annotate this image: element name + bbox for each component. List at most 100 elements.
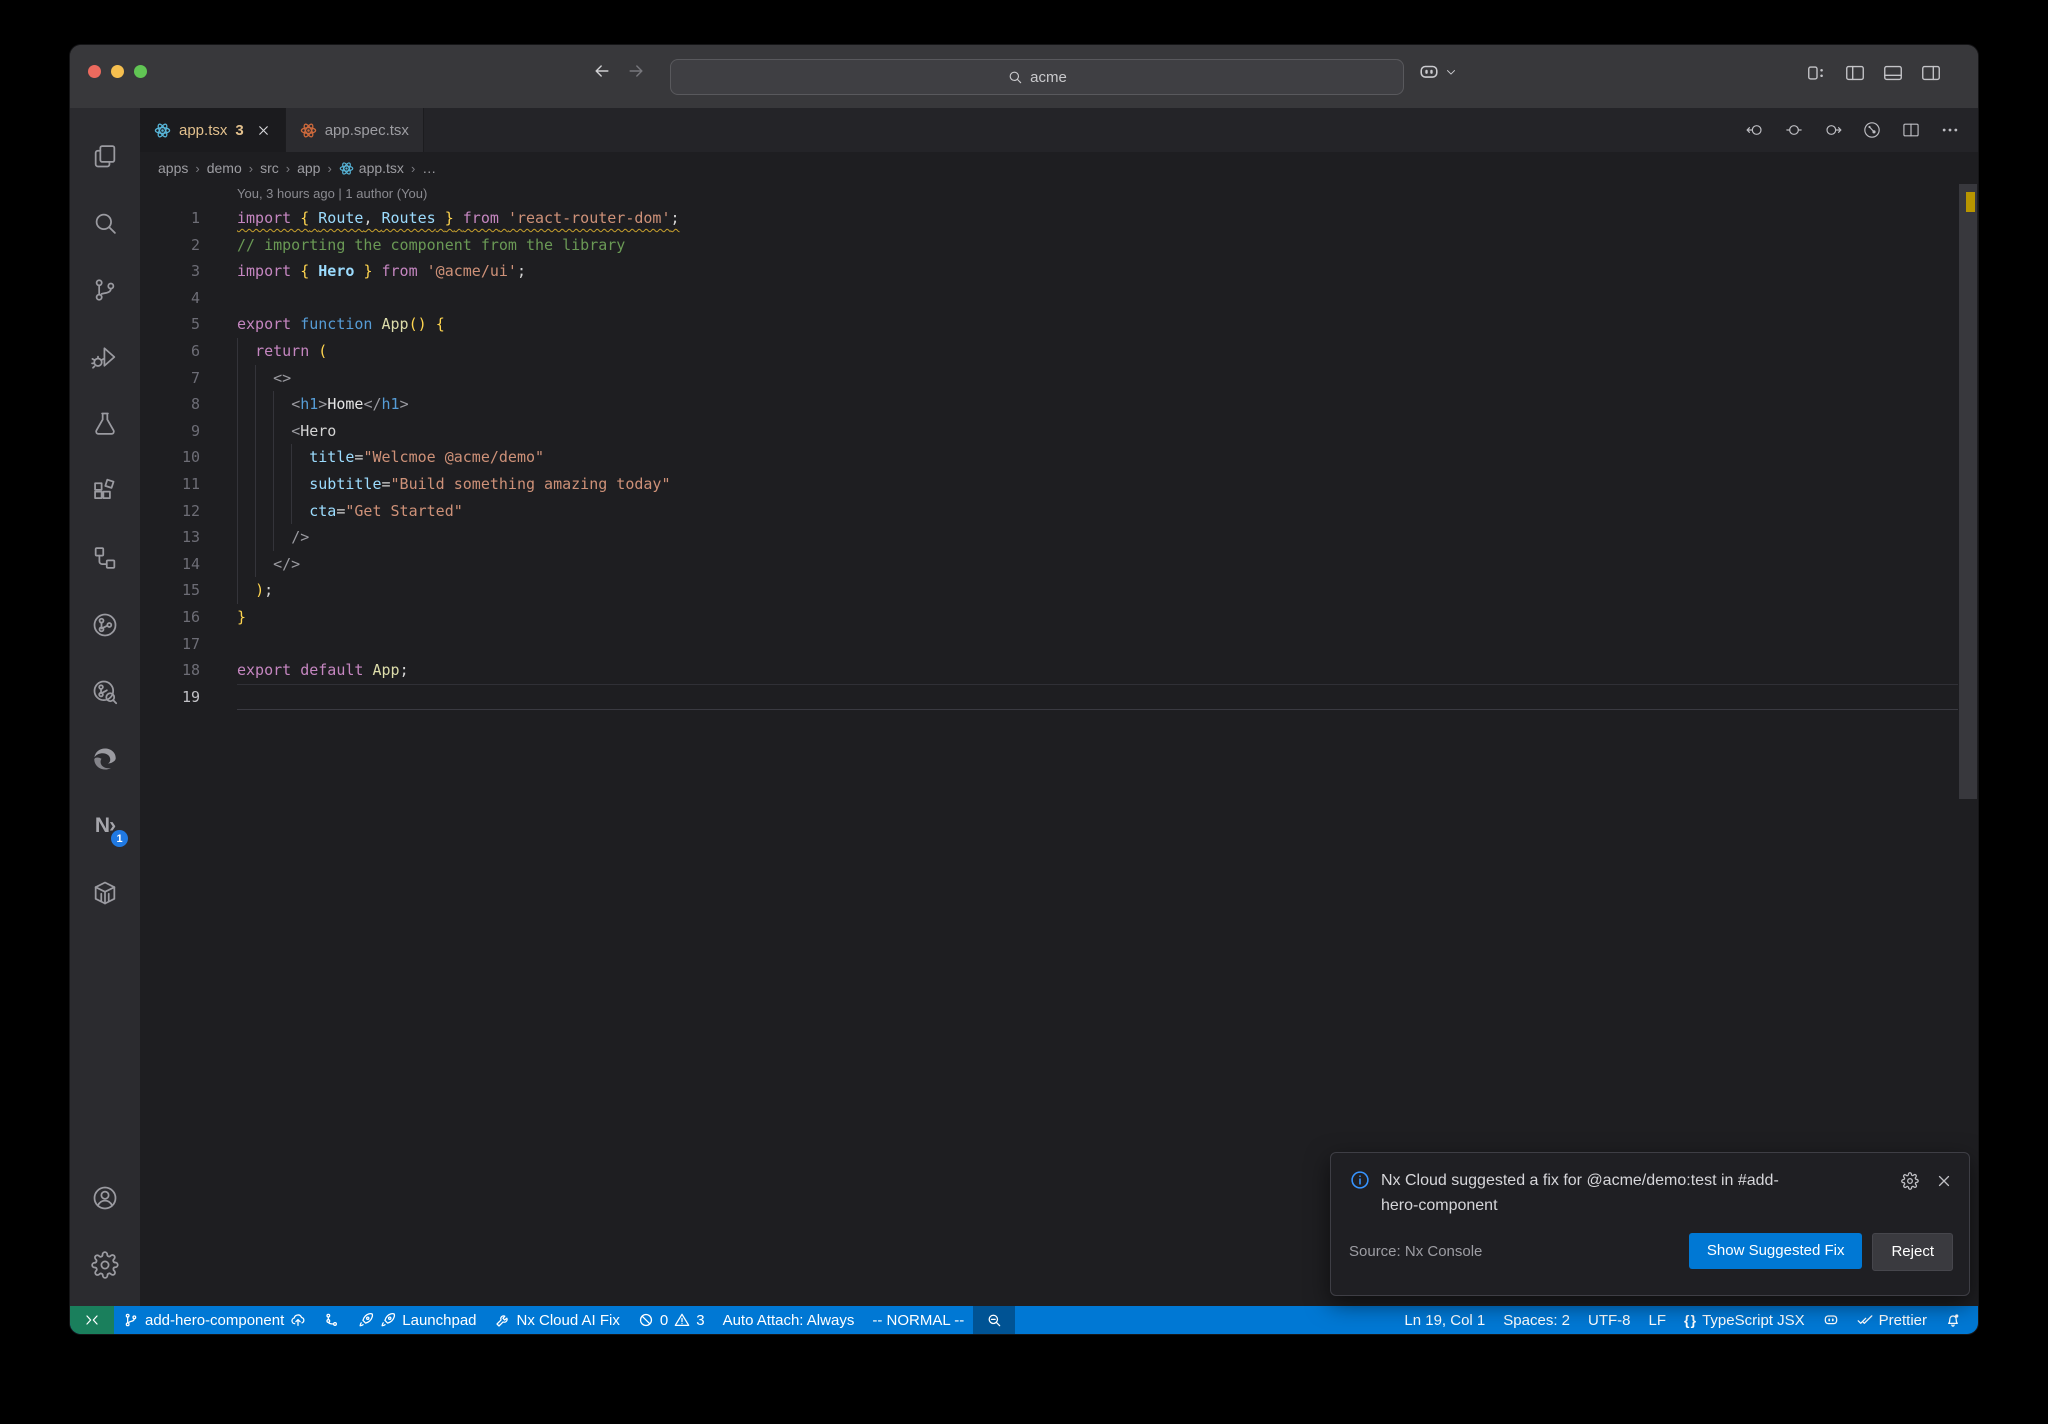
status-gitlens-launchpad[interactable]: Launchpad xyxy=(349,1306,485,1334)
zoom-out-icon xyxy=(986,1312,1002,1328)
code-line[interactable]: 12 cta="Get Started" xyxy=(140,497,1958,525)
code-line[interactable]: 9 <Hero xyxy=(140,417,1958,445)
close-window-button[interactable] xyxy=(88,65,101,78)
sidebar-item-containers[interactable] xyxy=(81,859,129,926)
code-line-content: } xyxy=(237,607,247,626)
breadcrumb-item-app[interactable]: app xyxy=(297,160,320,176)
code-line[interactable]: 14 </> xyxy=(140,550,1958,578)
breadcrumb-separator: › xyxy=(327,160,332,176)
navigate-back-button[interactable] xyxy=(592,61,612,81)
status-label: UTF-8 xyxy=(1588,1311,1631,1329)
minimize-window-button[interactable] xyxy=(111,65,124,78)
status-auto-attach[interactable]: Auto Attach: Always xyxy=(714,1306,864,1334)
breadcrumb-item-demo[interactable]: demo xyxy=(207,160,242,176)
run-graph-action-button[interactable] xyxy=(1862,120,1882,140)
code-editor[interactable]: You, 3 hours ago | 1 author (You) 1 impor… xyxy=(140,184,1978,1306)
status-remote-indicator[interactable] xyxy=(70,1306,114,1334)
code-line[interactable]: 2 // importing the component from the lib… xyxy=(140,232,1958,259)
zoom-window-button[interactable] xyxy=(134,65,147,78)
notification-close-icon[interactable] xyxy=(1935,1172,1953,1190)
cloud-upload-icon xyxy=(290,1312,306,1328)
package-icon xyxy=(91,879,119,907)
code-line[interactable]: 7 <> xyxy=(140,364,1958,392)
open-next-change-button[interactable] xyxy=(1823,120,1843,140)
code-line[interactable]: 11 subtitle="Build something amazing tod… xyxy=(140,470,1958,498)
status-cursor-position[interactable]: Ln 19, Col 1 xyxy=(1395,1306,1494,1334)
sidebar-item-manage-settings[interactable] xyxy=(81,1231,129,1298)
breadcrumb-item--[interactable]: … xyxy=(422,160,436,176)
code-line[interactable]: 6 return ( xyxy=(140,337,1958,365)
show-suggested-fix-button[interactable]: Show Suggested Fix xyxy=(1688,1232,1863,1269)
sidebar-item-project-references[interactable] xyxy=(81,524,129,591)
code-line-content: export default App; xyxy=(237,661,409,680)
status-language-mode[interactable]: { } TypeScript JSX xyxy=(1675,1306,1814,1334)
tab-app-tsx[interactable]: app.tsx 3 xyxy=(140,108,286,152)
status-git-branch[interactable]: add-hero-component xyxy=(114,1306,315,1334)
status-formatter-prettier[interactable]: Prettier xyxy=(1848,1306,1936,1334)
notification-settings-gear-icon[interactable] xyxy=(1901,1172,1919,1190)
breadcrumb-item-app-tsx[interactable]: app.tsx xyxy=(339,160,404,176)
breadcrumb-label: app xyxy=(297,160,321,176)
status-vim-mode[interactable]: -- NORMAL -- xyxy=(863,1306,973,1334)
code-line[interactable]: 3 import { Hero } from '@acme/ui'; xyxy=(140,258,1958,285)
notification-message: Nx Cloud suggested a fix for @acme/demo:… xyxy=(1381,1172,1779,1214)
sidebar-item-extensions[interactable] xyxy=(81,457,129,524)
sidebar-item-source-control[interactable] xyxy=(81,256,129,323)
status-zoom-indicator[interactable] xyxy=(973,1306,1016,1334)
sidebar-item-nx-console[interactable]: N› 1 xyxy=(81,792,129,859)
sidebar-item-search[interactable] xyxy=(81,189,129,256)
status-nx-cloud-ai-fix[interactable]: Nx Cloud AI Fix xyxy=(486,1306,629,1334)
status-label: Nx Cloud AI Fix xyxy=(516,1311,620,1329)
code-line[interactable]: 15 ); xyxy=(140,577,1958,604)
customize-layout-button[interactable] xyxy=(1806,62,1828,84)
copilot-menu[interactable] xyxy=(1418,61,1458,83)
sidebar-item-gitlens[interactable] xyxy=(81,658,129,725)
code-line[interactable]: 13 /> xyxy=(140,524,1958,551)
code-line[interactable]: 5 export function App() { xyxy=(140,311,1958,338)
code-line[interactable]: 18 export default App; xyxy=(140,657,1958,684)
scrollbar-thumb[interactable] xyxy=(1959,184,1977,799)
breadcrumb-label: app.tsx xyxy=(358,160,404,176)
status-encoding[interactable]: UTF-8 xyxy=(1579,1306,1640,1334)
toggle-primary-sidebar-button[interactable] xyxy=(1844,62,1866,84)
status-problems[interactable]: 03 xyxy=(629,1306,714,1334)
code-line[interactable]: 1 import { Route, Routes } from 'react-ro… xyxy=(140,205,1958,232)
open-previous-change-button[interactable] xyxy=(1745,120,1765,140)
sidebar-item-run-and-debug[interactable] xyxy=(81,323,129,390)
reject-button[interactable]: Reject xyxy=(1872,1232,1953,1271)
navigate-forward-button[interactable] xyxy=(626,61,646,81)
sidebar-item-git-graph[interactable] xyxy=(81,591,129,658)
status-eol[interactable]: LF xyxy=(1640,1306,1676,1334)
code-line[interactable]: 4 xyxy=(140,285,1958,312)
sidebar-item-explorer[interactable] xyxy=(81,122,129,189)
window-controls xyxy=(88,65,147,78)
code-line[interactable]: 8 <h1>Home</h1> xyxy=(140,391,1958,418)
code-line[interactable]: 10 title="Welcmoe @acme/demo" xyxy=(140,444,1958,471)
status-label: LF xyxy=(1648,1311,1667,1329)
bell-dot-icon xyxy=(1945,1312,1961,1328)
split-editor-button[interactable] xyxy=(1901,120,1921,140)
open-change-button[interactable] xyxy=(1784,120,1804,140)
tab-close-icon[interactable] xyxy=(256,123,271,138)
editor-scrollbar[interactable] xyxy=(1958,184,1978,1306)
breadcrumb-item-src[interactable]: src xyxy=(260,160,279,176)
status-indentation[interactable]: Spaces: 2 xyxy=(1494,1306,1579,1334)
code-line[interactable]: 19 xyxy=(140,683,1958,711)
sidebar-item-accounts[interactable] xyxy=(81,1164,129,1231)
toggle-secondary-sidebar-button[interactable] xyxy=(1920,62,1942,84)
code-line-content: export function App() { xyxy=(237,315,445,334)
toggle-panel-button[interactable] xyxy=(1882,62,1904,84)
sidebar-item-edge-devtools[interactable] xyxy=(81,725,129,792)
status-notifications-bell[interactable] xyxy=(1936,1306,1970,1334)
more-actions-button[interactable] xyxy=(1940,120,1960,140)
sidebar-item-testing[interactable] xyxy=(81,390,129,457)
activity-bar: N› 1 xyxy=(70,108,140,1306)
tab-app-spec-tsx[interactable]: app.spec.tsx xyxy=(285,108,424,152)
command-center-search[interactable]: acme xyxy=(670,59,1404,95)
line-number: 15 xyxy=(181,581,200,600)
code-line[interactable]: 17 xyxy=(140,631,1958,658)
code-line[interactable]: 16} xyxy=(140,604,1958,631)
breadcrumb-item-apps[interactable]: apps xyxy=(158,160,188,176)
status-copilot-status[interactable] xyxy=(1814,1306,1848,1334)
status-git-graph[interactable] xyxy=(315,1306,349,1334)
